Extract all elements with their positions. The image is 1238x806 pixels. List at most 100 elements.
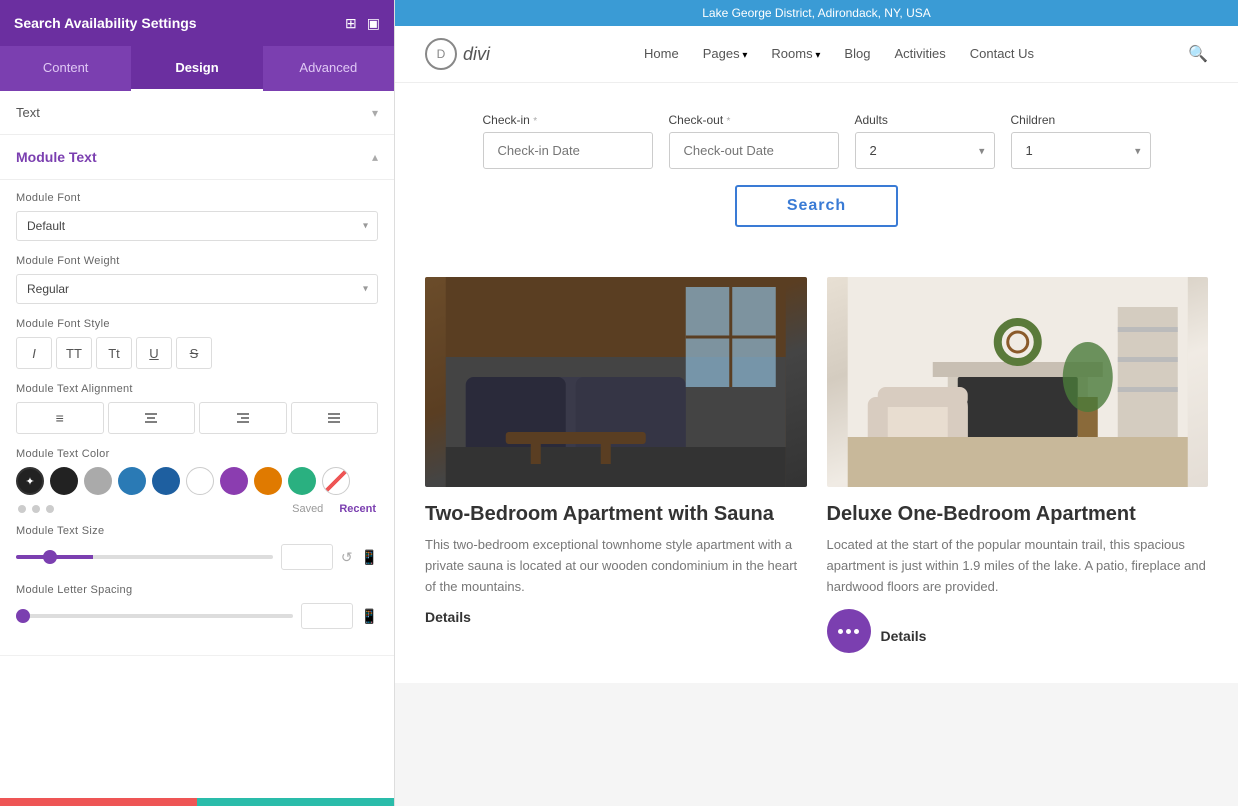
card-2-image bbox=[827, 277, 1209, 487]
letter-spacing-input[interactable]: 0px bbox=[301, 603, 353, 629]
text-size-input[interactable]: 15px bbox=[281, 544, 333, 570]
style-strikethrough-btn[interactable]: S bbox=[176, 337, 212, 369]
color-gray-swatch[interactable] bbox=[84, 467, 112, 495]
align-justify-btn[interactable] bbox=[291, 402, 379, 434]
purple-circle-btn[interactable] bbox=[827, 609, 871, 653]
children-field: Children 1 2 3 ▾ bbox=[1011, 113, 1151, 169]
color-white-swatch[interactable] bbox=[186, 467, 214, 495]
color-green-swatch[interactable] bbox=[288, 467, 316, 495]
color-dot-3[interactable] bbox=[46, 505, 54, 513]
card-2-details[interactable]: Details bbox=[881, 628, 927, 644]
card-2-footer: Details bbox=[827, 609, 1209, 663]
checkin-input[interactable] bbox=[483, 132, 653, 169]
card-1-img-couch bbox=[425, 277, 807, 487]
module-text-section-content: Module Font Default Arial Georgia ▾ Modu… bbox=[0, 180, 394, 656]
text-section-arrow: ▾ bbox=[372, 106, 378, 120]
text-size-slider[interactable] bbox=[16, 555, 273, 559]
text-size-control: 15px ↺ 📱 bbox=[16, 544, 378, 570]
checkout-input[interactable] bbox=[669, 132, 839, 169]
module-font-label: Module Font bbox=[16, 192, 378, 204]
module-text-section-header[interactable]: Module Text ▴ bbox=[0, 135, 394, 180]
align-right-btn[interactable] bbox=[199, 402, 287, 434]
color-orange-swatch[interactable] bbox=[254, 467, 282, 495]
nav-link-home: Home bbox=[644, 46, 679, 61]
color-dot-2[interactable] bbox=[32, 505, 40, 513]
module-font-select[interactable]: Default Arial Georgia bbox=[16, 211, 378, 241]
panel-header: Search Availability Settings ⊞ ▣ bbox=[0, 0, 394, 46]
adults-select[interactable]: 1 2 3 4 bbox=[855, 132, 995, 169]
module-text-size-label: Module Text Size bbox=[16, 525, 378, 537]
text-section-header[interactable]: Text ▾ bbox=[0, 91, 394, 135]
card-1-details[interactable]: Details bbox=[425, 609, 807, 625]
font-style-group: I TT Tt U S bbox=[16, 337, 378, 369]
align-center-btn[interactable] bbox=[108, 402, 196, 434]
card-2-img-apartment bbox=[827, 277, 1209, 487]
children-label: Children bbox=[1011, 113, 1151, 127]
module-text-color-label: Module Text Color bbox=[16, 448, 378, 460]
style-capitalize-btn[interactable]: Tt bbox=[96, 337, 132, 369]
nav-item-pages[interactable]: Pages bbox=[703, 45, 748, 63]
tab-content[interactable]: Content bbox=[0, 46, 131, 91]
nav-link-pages: Pages bbox=[703, 46, 740, 61]
nav-item-activities[interactable]: Activities bbox=[894, 45, 945, 63]
letter-spacing-mobile-btn[interactable]: 📱 bbox=[361, 608, 378, 625]
card-2-description: Located at the start of the popular moun… bbox=[827, 535, 1209, 597]
module-text-align-label: Module Text Alignment bbox=[16, 383, 378, 395]
tab-advanced[interactable]: Advanced bbox=[263, 46, 394, 91]
children-select[interactable]: 1 2 3 bbox=[1011, 132, 1151, 169]
color-blue1-swatch[interactable] bbox=[118, 467, 146, 495]
letter-spacing-control: 0px 📱 bbox=[16, 603, 378, 629]
nav-link-activities: Activities bbox=[894, 46, 945, 61]
site-preview: Lake George District, Adirondack, NY, US… bbox=[395, 0, 1238, 806]
color-dots bbox=[18, 505, 54, 513]
color-purple-swatch[interactable] bbox=[220, 467, 248, 495]
nav-item-contact[interactable]: Contact Us bbox=[970, 45, 1034, 63]
panel-resize-icon[interactable]: ⊞ bbox=[345, 15, 357, 32]
nav-item-home[interactable]: Home bbox=[644, 45, 679, 63]
cards-row: Two-Bedroom Apartment with Sauna This tw… bbox=[395, 257, 1238, 683]
dot-3 bbox=[854, 629, 859, 634]
panel-collapse-icon[interactable]: ▣ bbox=[367, 15, 380, 32]
purple-circle-dots bbox=[838, 629, 859, 634]
module-letter-spacing-label: Module Letter Spacing bbox=[16, 584, 378, 596]
search-form-area: Check-in * Check-out * Adults 1 2 bbox=[395, 83, 1238, 257]
align-left-btn[interactable]: ≡ bbox=[16, 402, 104, 434]
module-font-weight-select[interactable]: Regular Bold Light bbox=[16, 274, 378, 304]
style-italic-btn[interactable]: I bbox=[16, 337, 52, 369]
adults-field: Adults 1 2 3 4 ▾ bbox=[855, 113, 995, 169]
style-underline-btn[interactable]: U bbox=[136, 337, 172, 369]
adults-label: Adults bbox=[855, 113, 995, 127]
nav-item-rooms[interactable]: Rooms bbox=[771, 45, 820, 63]
logo-initial: D bbox=[437, 47, 446, 61]
eyedropper-swatch[interactable]: ✦ bbox=[16, 467, 44, 495]
nav-item-blog[interactable]: Blog bbox=[844, 45, 870, 63]
color-none-swatch[interactable] bbox=[322, 467, 350, 495]
module-font-style-label: Module Font Style bbox=[16, 318, 378, 330]
text-size-mobile-btn[interactable]: 📱 bbox=[361, 549, 378, 566]
text-size-reset-btn[interactable]: ↺ bbox=[341, 549, 353, 566]
nav-links: Home Pages Rooms Blog Activities Contact… bbox=[644, 45, 1034, 63]
color-blue2-swatch[interactable] bbox=[152, 467, 180, 495]
panel-tabs: Content Design Advanced bbox=[0, 46, 394, 91]
tab-design[interactable]: Design bbox=[131, 46, 262, 91]
top-bar-text: Lake George District, Adirondack, NY, US… bbox=[702, 6, 931, 20]
color-label-row: Saved Recent bbox=[292, 503, 376, 515]
panel-content: Text ▾ Module Text ▴ Module Font Default… bbox=[0, 91, 394, 798]
saved-label: Saved bbox=[292, 503, 323, 515]
recent-label: Recent bbox=[339, 503, 376, 515]
site-logo: D divi bbox=[425, 38, 490, 70]
logo-text: divi bbox=[463, 44, 490, 65]
nav-link-contact: Contact Us bbox=[970, 46, 1034, 61]
checkout-label: Check-out * bbox=[669, 113, 839, 127]
checkin-field: Check-in * bbox=[483, 113, 653, 169]
nav-link-blog: Blog bbox=[844, 46, 870, 61]
nav-search-icon[interactable]: 🔍 bbox=[1188, 44, 1208, 64]
style-uppercase-btn[interactable]: TT bbox=[56, 337, 92, 369]
letter-spacing-slider[interactable] bbox=[16, 614, 293, 618]
settings-panel: Search Availability Settings ⊞ ▣ Content… bbox=[0, 0, 395, 806]
color-black-swatch[interactable] bbox=[50, 467, 78, 495]
color-dot-1[interactable] bbox=[18, 505, 26, 513]
panel-title: Search Availability Settings bbox=[14, 15, 197, 31]
search-button[interactable]: Search bbox=[735, 185, 898, 227]
card-2-title: Deluxe One-Bedroom Apartment bbox=[827, 501, 1209, 527]
